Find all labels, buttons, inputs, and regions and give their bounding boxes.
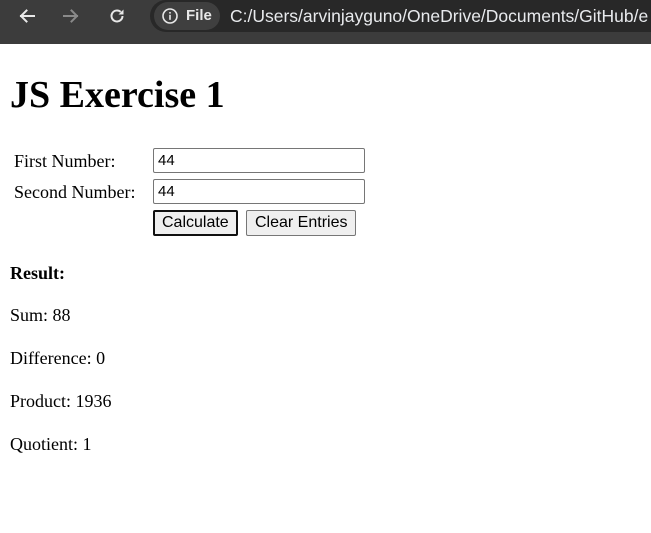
address-bar[interactable]: File C:/Users/arvinjayguno/OneDrive/Docu…	[150, 0, 651, 32]
page-content: JS Exercise 1 First Number: Second Numbe…	[0, 44, 651, 533]
second-number-input[interactable]	[153, 179, 365, 204]
clear-entries-button[interactable]: Clear Entries	[246, 210, 357, 236]
site-info-chip[interactable]: File	[154, 2, 220, 30]
arrow-right-icon	[63, 9, 79, 23]
url-text[interactable]: C:/Users/arvinjayguno/OneDrive/Documents…	[230, 5, 648, 27]
second-number-label: Second Number:	[14, 182, 136, 202]
browser-toolbar: File C:/Users/arvinjayguno/OneDrive/Docu…	[0, 0, 651, 44]
calculate-button[interactable]: Calculate	[153, 210, 238, 236]
reload-button[interactable]	[102, 2, 132, 30]
forward-button[interactable]	[56, 2, 86, 30]
info-circle-icon	[162, 8, 178, 24]
arrow-left-icon	[19, 9, 35, 23]
reload-icon	[110, 9, 124, 23]
page-title: JS Exercise 1	[10, 74, 225, 116]
difference-result: Difference: 0	[10, 348, 106, 368]
first-number-input[interactable]	[153, 148, 365, 173]
scheme-label: File	[186, 7, 212, 24]
product-result: Product: 1936	[10, 391, 112, 411]
back-button[interactable]	[12, 2, 42, 30]
first-number-label: First Number:	[14, 151, 116, 171]
result-heading: Result:	[10, 263, 65, 283]
sum-result: Sum: 88	[10, 305, 71, 325]
quotient-result: Quotient: 1	[10, 434, 92, 454]
